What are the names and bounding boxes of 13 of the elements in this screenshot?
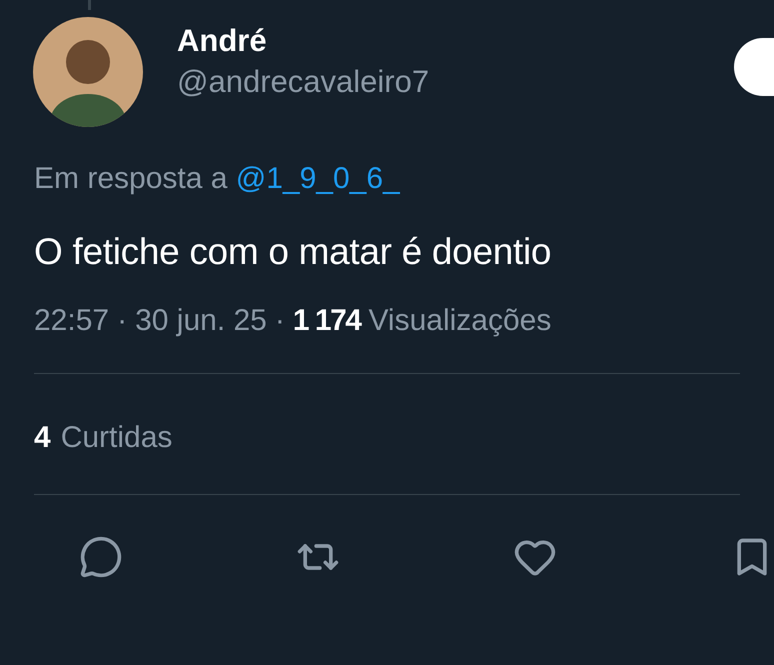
views-label: Visualizações [368, 303, 552, 339]
views-count: 1 174 [292, 303, 360, 339]
tweet-text: O fetiche com o matar é doentio [34, 230, 552, 274]
tweet-time: 22:57 [34, 303, 110, 339]
author-name[interactable]: André [177, 21, 430, 61]
likes-label[interactable]: Curtidas [60, 418, 172, 458]
separator-dot: · [117, 303, 128, 339]
tweet-date: 30 jun. 25 [135, 303, 267, 339]
reply-context: Em resposta a @1_9_0_6_ [34, 161, 401, 197]
author-handle[interactable]: @andrecavaleiro7 [177, 61, 430, 103]
separator-dot: · [274, 303, 285, 339]
likes-count[interactable]: 4 [34, 418, 51, 458]
mention-link[interactable]: @1_9_0_6_ [236, 162, 400, 195]
